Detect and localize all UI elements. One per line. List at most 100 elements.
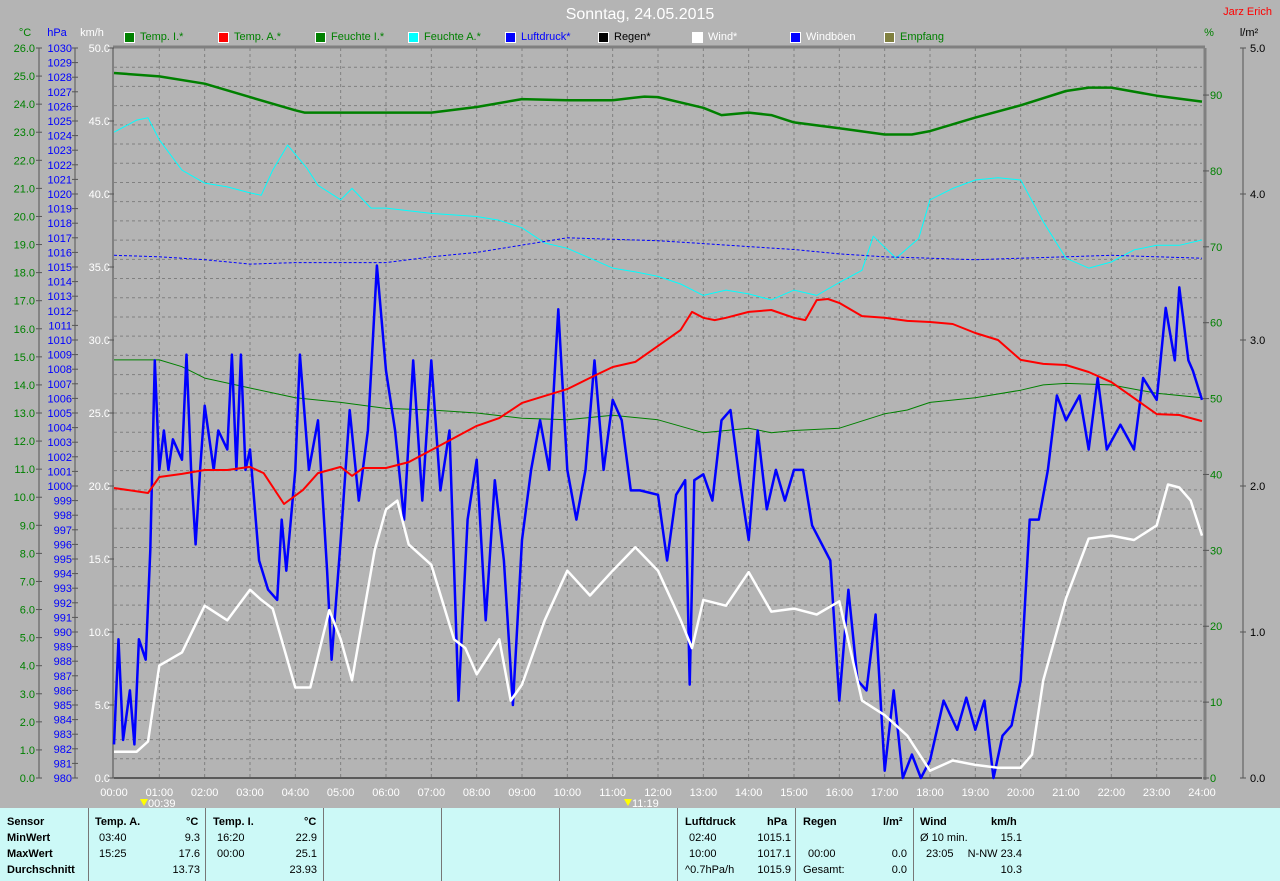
wind-axis-tick-label: 50.0 xyxy=(89,43,110,55)
pressure-axis-tick-label: 999 xyxy=(54,496,72,508)
pressure-axis-tick-label: 1022 xyxy=(48,160,72,172)
wind-gust-time: 23:05 xyxy=(926,848,954,860)
temp-i-min: 22.9 xyxy=(295,832,317,844)
marker-label: 11:19 xyxy=(632,798,659,808)
humidity-axis-tick-label: 70 xyxy=(1210,242,1222,254)
pressure-axis-tick-label: 992 xyxy=(54,598,72,610)
x-tick-label: 00:00 xyxy=(100,787,128,799)
pressure-axis-tick-label: 981 xyxy=(54,758,72,770)
rain-axis-tick-label: 3.0 xyxy=(1250,335,1265,347)
x-tick-label: 17:00 xyxy=(871,787,899,799)
temp-axis-tick-label: 16.0 xyxy=(14,324,35,336)
pressure-axis-tick-label: 998 xyxy=(54,510,72,522)
pressure-axis-tick-label: 980 xyxy=(54,773,72,785)
temp-axis-tick-label: 23.0 xyxy=(14,127,35,139)
rain-axis-tick-label: 5.0 xyxy=(1250,43,1265,55)
legend-label: Windböen xyxy=(806,31,856,43)
pressure-max: 1017.1 xyxy=(757,848,791,860)
pressure-axis-tick-label: 1015 xyxy=(48,262,72,274)
series-line xyxy=(113,298,1203,505)
rain-unit: l/m² xyxy=(883,816,903,828)
temp-a-max-time: 15:25 xyxy=(99,848,127,860)
pressure-min: 1015.1 xyxy=(757,832,791,844)
marker-label: 00:39 xyxy=(148,798,176,808)
temp-axis-tick-label: 14.0 xyxy=(14,380,35,392)
temp-axis-tick-label: 17.0 xyxy=(14,296,35,308)
pressure-axis-tick-label: 1016 xyxy=(48,247,72,259)
legend-swatch xyxy=(884,31,895,43)
x-tick-label: 21:00 xyxy=(1052,787,1080,799)
wind-avg10: 15.1 xyxy=(1000,832,1022,844)
pressure-axis-tick-label: 1017 xyxy=(48,233,72,245)
pressure-axis-tick-label: 1013 xyxy=(48,291,72,303)
legend-item: Temp. I.* xyxy=(124,31,183,43)
pressure-axis-tick-label: 993 xyxy=(54,583,72,595)
legend-item: Feuchte I.* xyxy=(315,31,384,43)
humidity-axis-tick-label: 60 xyxy=(1210,318,1222,330)
pressure-axis-tick-label: 1000 xyxy=(48,481,72,493)
wind-axis-tick-label: 5.0 xyxy=(95,700,110,712)
x-tick-label: 20:00 xyxy=(1007,787,1035,799)
pressure-axis-tick-label: 1002 xyxy=(48,452,72,464)
wind-axis-tick-label: 40.0 xyxy=(89,189,110,201)
temp-a-unit: °C xyxy=(186,816,199,828)
x-tick-label: 08:00 xyxy=(463,787,491,799)
rain-value: 0.0 xyxy=(891,848,907,860)
pressure-axis-tick-label: 1025 xyxy=(48,116,72,128)
temp-axis-tick-label: 19.0 xyxy=(14,240,35,252)
temp-i-min-time: 16:20 xyxy=(217,832,245,844)
legend-swatch xyxy=(505,31,516,43)
pressure-axis-tick-label: 982 xyxy=(54,744,72,756)
humidity-axis-tick-label: 80 xyxy=(1210,166,1222,178)
temp-axis-tick-label: 25.0 xyxy=(14,71,35,83)
x-tick-label: 02:00 xyxy=(191,787,219,799)
pressure-axis-tick-label: 1005 xyxy=(48,408,72,420)
temp-axis-tick-label: 8.0 xyxy=(20,548,35,560)
legend-label: Temp. A.* xyxy=(234,31,282,43)
wind-axis-tick-label: 45.0 xyxy=(89,116,110,128)
x-tick-label: 24:00 xyxy=(1188,787,1216,799)
temp-axis-tick-label: 6.0 xyxy=(20,605,35,617)
summary-table: Sensor MinWert MaxWert Durchschnitt Temp… xyxy=(0,808,1280,881)
pressure-axis-tick-label: 996 xyxy=(54,539,72,551)
legend-item: Temp. A.* xyxy=(218,31,281,43)
pressure-axis-tick-label: 1007 xyxy=(48,379,72,391)
pressure-axis-tick-label: 995 xyxy=(54,554,72,566)
pressure-unit: hPa xyxy=(767,816,788,828)
pressure-max-time: 10:00 xyxy=(689,848,717,860)
pressure-axis-tick-label: 994 xyxy=(54,569,72,581)
wind-avg10-label: Ø 10 min. xyxy=(920,832,968,844)
pressure-axis-tick-label: 997 xyxy=(54,525,72,537)
temp-i-max: 25.1 xyxy=(295,848,317,860)
temp-i-header: Temp. I. xyxy=(213,816,254,828)
humidity-axis-tick-label: 40 xyxy=(1210,469,1222,481)
temp-i-max-time: 00:00 xyxy=(217,848,245,860)
wind-axis-tick-label: 30.0 xyxy=(89,335,110,347)
temp-axis-tick-label: 5.0 xyxy=(20,633,35,645)
pressure-trend: ^0.7hPa/h xyxy=(685,864,735,876)
pressure-axis-tick-label: 1024 xyxy=(48,131,72,143)
legend-label: Feuchte A.* xyxy=(424,31,481,43)
wind-unit-label: km/h xyxy=(80,27,104,39)
pressure-axis-tick-label: 991 xyxy=(54,612,72,624)
x-tick-label: 03:00 xyxy=(236,787,264,799)
temp-axis-tick-label: 7.0 xyxy=(20,576,35,588)
pressure-axis-tick-label: 1009 xyxy=(48,350,72,362)
x-tick-label: 09:00 xyxy=(508,787,536,799)
pressure-axis-tick-label: 988 xyxy=(54,656,72,668)
pressure-axis-tick-label: 1004 xyxy=(48,423,72,435)
humidity-axis-tick-label: 30 xyxy=(1210,545,1222,557)
x-tick-label: 04:00 xyxy=(282,787,310,799)
wind-axis-tick-label: 0.0 xyxy=(95,773,110,785)
wind-axis-tick-label: 25.0 xyxy=(89,408,110,420)
humidity-axis-tick-label: 20 xyxy=(1210,621,1222,633)
pressure-axis-tick-label: 987 xyxy=(54,671,72,683)
temp-axis-tick-label: 4.0 xyxy=(20,661,35,673)
pressure-axis-tick-label: 1026 xyxy=(48,101,72,113)
temp-unit-label: °C xyxy=(19,27,31,39)
rain-total: 0.0 xyxy=(891,864,907,876)
rain-axis-tick-label: 4.0 xyxy=(1250,189,1265,201)
legend-swatch xyxy=(790,31,801,43)
sensor-label: Sensor xyxy=(7,816,45,828)
x-tick-label: 16:00 xyxy=(826,787,854,799)
